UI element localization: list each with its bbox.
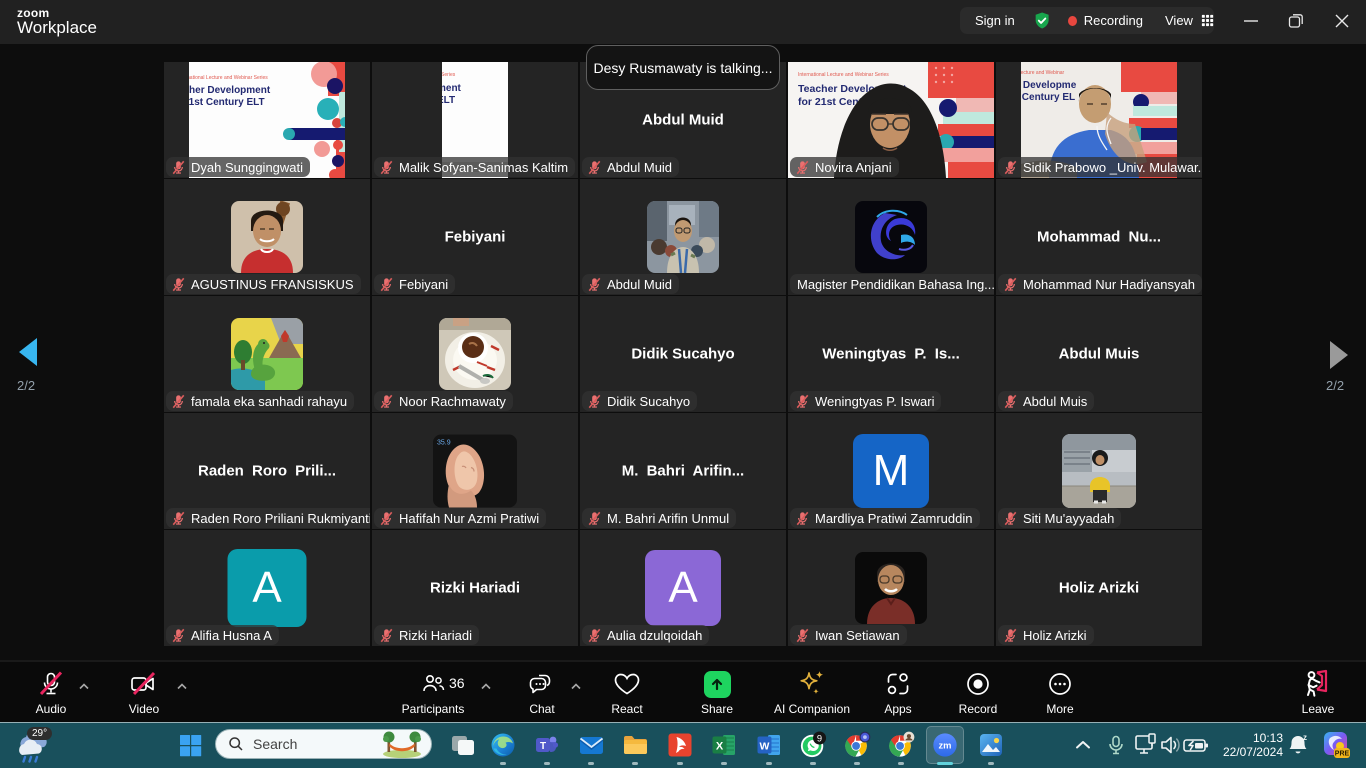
- svg-text:T: T: [540, 741, 546, 752]
- svg-text:International Lecture and Webi: International Lecture and Webinar Series: [798, 72, 889, 78]
- svg-text:z: z: [1303, 733, 1307, 742]
- svg-text:ment: ment: [442, 83, 462, 94]
- svg-text:PRE: PRE: [1335, 751, 1350, 758]
- svg-text:9: 9: [817, 733, 822, 743]
- svg-text:r Series: r Series: [442, 72, 456, 78]
- svg-text:21st Century EL: 21st Century EL: [1021, 92, 1075, 103]
- svg-text:W: W: [760, 741, 770, 753]
- svg-text:35.9: 35.9: [437, 440, 451, 447]
- svg-text:for 21st Century ELT: for 21st Century ELT: [189, 97, 265, 108]
- svg-text:X: X: [716, 741, 724, 753]
- svg-text:cher Developme: cher Developme: [1021, 80, 1077, 91]
- svg-text:Teacher Development: Teacher Development: [189, 85, 271, 96]
- svg-text:onal Lecture and Webinar: onal Lecture and Webinar: [1021, 70, 1065, 76]
- svg-text:International Lecture and Webi: International Lecture and Webinar Series: [189, 75, 268, 81]
- svg-text:zm: zm: [939, 741, 952, 751]
- svg-text:ELT: ELT: [442, 95, 455, 106]
